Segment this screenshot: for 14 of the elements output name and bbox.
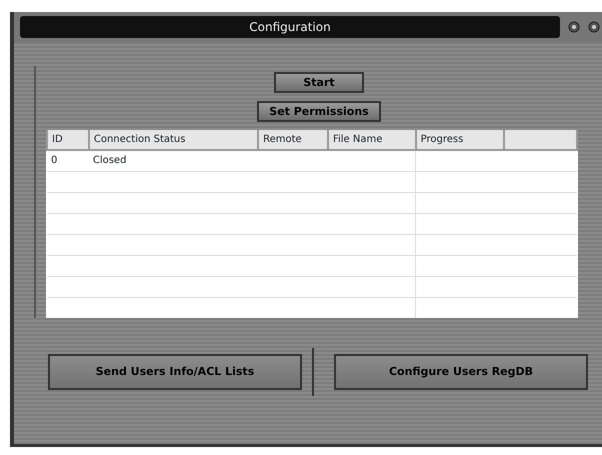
configure-users-button[interactable]: Configure Users RegDB bbox=[334, 354, 588, 390]
permissions-button[interactable]: Set Permissions bbox=[257, 101, 381, 122]
start-button[interactable]: Start bbox=[274, 72, 364, 93]
window-control-icon[interactable] bbox=[568, 21, 580, 33]
table-cell: 0 bbox=[47, 150, 89, 171]
column-header[interactable]: File Name bbox=[328, 130, 416, 150]
column-header[interactable]: Remote bbox=[258, 130, 328, 150]
send-lists-button[interactable]: Send Users Info/ACL Lists bbox=[48, 354, 302, 390]
window-control-icon[interactable] bbox=[588, 21, 600, 33]
column-header[interactable]: ID bbox=[47, 130, 89, 150]
table-cell: Closed bbox=[88, 150, 258, 171]
window-title: Configuration bbox=[20, 16, 560, 38]
column-header[interactable]: Progress bbox=[416, 130, 504, 150]
column-header[interactable]: Connection Status bbox=[88, 130, 258, 150]
